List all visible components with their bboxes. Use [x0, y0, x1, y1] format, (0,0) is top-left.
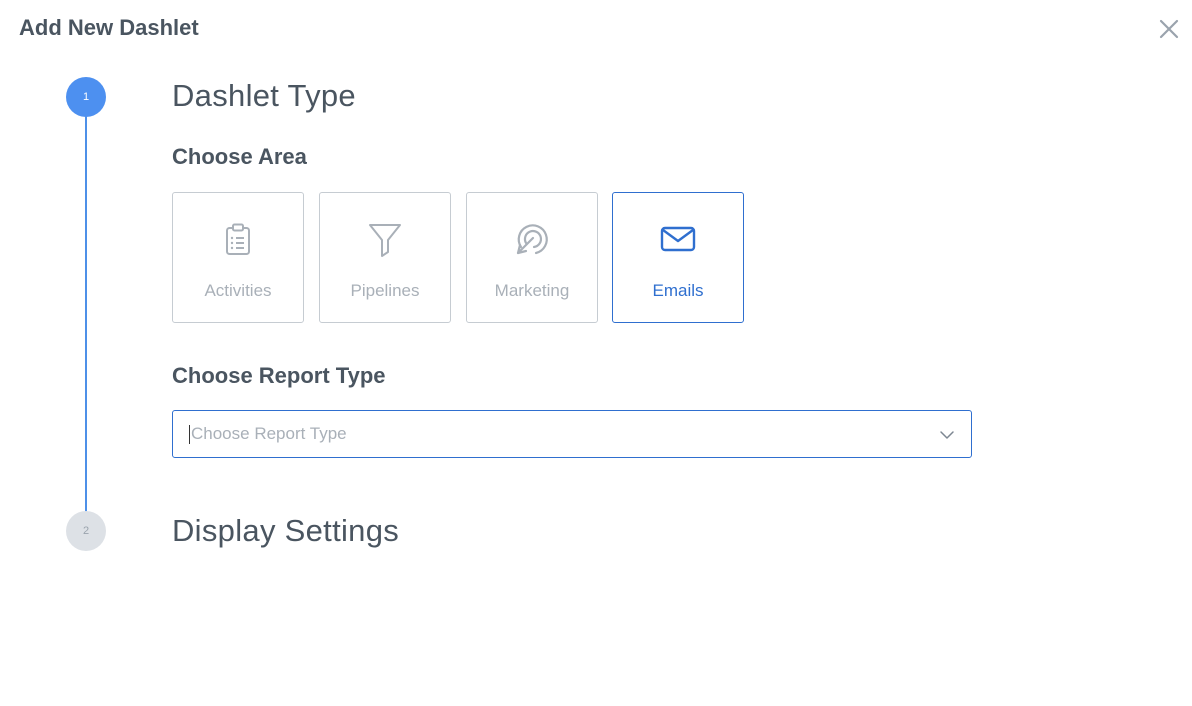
area-option-activities[interactable]: Activities [172, 192, 304, 323]
area-option-label: Activities [204, 281, 272, 300]
close-icon [1159, 19, 1179, 39]
text-cursor [189, 425, 190, 444]
target-icon [512, 219, 552, 259]
clipboard-icon [218, 219, 258, 259]
step-1-indicator: 1 [66, 77, 106, 117]
step-2-indicator[interactable]: 2 [66, 511, 106, 551]
choose-report-type-label: Choose Report Type [172, 363, 386, 388]
step-2-title[interactable]: Display Settings [172, 513, 399, 549]
choose-area-label: Choose Area [172, 144, 307, 169]
envelope-icon [658, 219, 698, 259]
area-option-label: Emails [652, 281, 704, 300]
close-button[interactable] [1156, 16, 1182, 42]
stepper-line [85, 116, 87, 512]
area-option-pipelines[interactable]: Pipelines [319, 192, 451, 323]
area-option-marketing[interactable]: Marketing [466, 192, 598, 323]
report-type-select[interactable] [172, 410, 972, 458]
area-option-label: Pipelines [350, 281, 420, 300]
add-dashlet-modal: Add New Dashlet 1 2 Dashlet Type Choose … [0, 0, 1192, 706]
funnel-icon [365, 219, 405, 259]
step-1-title: Dashlet Type [172, 78, 356, 113]
area-option-emails[interactable]: Emails [612, 192, 744, 323]
modal-title: Add New Dashlet [19, 15, 199, 40]
area-option-label: Marketing [494, 281, 570, 300]
chevron-down-icon[interactable] [939, 428, 955, 442]
report-type-input[interactable] [191, 411, 931, 457]
